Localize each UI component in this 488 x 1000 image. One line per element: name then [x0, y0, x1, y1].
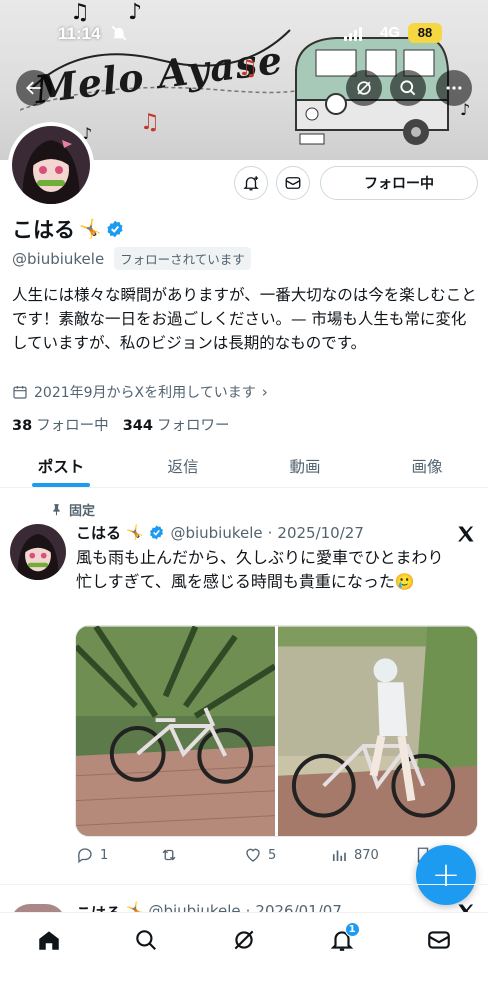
views-button[interactable]: 870: [330, 846, 379, 864]
search-icon: [136, 930, 157, 950]
arrow-left-icon: [26, 81, 41, 95]
tweet-date[interactable]: 2025/10/27: [277, 524, 363, 542]
notification-badge: 1: [344, 922, 360, 937]
chevron-right-icon: ›: [261, 383, 268, 401]
compose-post-button[interactable]: +: [416, 845, 476, 905]
joined-text: 2021年9月からXを利用しています: [34, 385, 256, 401]
grok-icon: [357, 81, 371, 95]
pin-icon: [53, 504, 60, 516]
retweet-icon: [162, 849, 176, 861]
x-logo-icon[interactable]: [456, 524, 476, 544]
profile-handle: @biubiukele: [12, 249, 105, 268]
nav-messages[interactable]: [426, 927, 452, 953]
tweet-divider: [0, 884, 488, 885]
tab-images[interactable]: 画像: [366, 444, 488, 487]
envelope-icon: [285, 177, 301, 189]
tweet-author-handle: @biubiukele: [170, 523, 263, 542]
like-count: 5: [268, 847, 277, 863]
profile-bio: 人生には様々な瞬間がありますが、一番大切なのは今を楽しむことです！素敵な一日をお…: [12, 286, 477, 352]
tab-videos[interactable]: 動画: [244, 444, 366, 487]
profile-avatar[interactable]: [8, 122, 94, 208]
tweet-avatar[interactable]: [10, 524, 66, 580]
following-count: 38: [12, 418, 33, 434]
more-button[interactable]: [436, 70, 472, 106]
home-icon: [39, 931, 59, 950]
pinned-text: 固定: [69, 504, 96, 519]
notification-subscribe-button[interactable]: [234, 166, 268, 200]
tweet-separator: ·: [267, 523, 273, 542]
nav-notifications[interactable]: 1: [329, 922, 360, 953]
followers-count: 344: [122, 418, 153, 434]
avatar: [12, 126, 90, 204]
nav-search[interactable]: [133, 927, 159, 953]
tweet-header: こはる 🤸 @biubiukele · 2025/10/27: [76, 522, 364, 543]
profile-name-text: こはる: [12, 218, 75, 242]
network-type: 4G: [380, 24, 401, 41]
following-label: フォロー中: [36, 418, 109, 434]
status-time: 11:14: [58, 24, 101, 43]
music-note-icon: ♫: [238, 56, 258, 81]
back-button[interactable]: [16, 70, 52, 106]
message-button[interactable]: [276, 166, 310, 200]
tweet-text: 風も雨も止んだから、久しぶりに愛車でひとまわり 忙しすぎて、風を感じる時間も貴重…: [76, 546, 476, 594]
plus-icon: +: [431, 855, 461, 895]
followers-label: フォロワー: [156, 418, 230, 434]
tweet-media[interactable]: [75, 625, 478, 837]
heart-icon: [246, 848, 260, 862]
status-bar: 11:14 4G 88: [0, 18, 488, 48]
bottom-navigation: 1: [0, 912, 488, 1000]
joined-date[interactable]: 2021年9月からXを利用しています ›: [12, 382, 268, 402]
retweet-button[interactable]: [160, 846, 184, 864]
reply-button[interactable]: 1: [76, 846, 108, 864]
tweet-author-name[interactable]: こはる: [76, 522, 121, 543]
like-button[interactable]: 5: [244, 846, 276, 864]
tweet-image-rider[interactable]: [278, 626, 477, 837]
verified-badge-icon[interactable]: [105, 219, 125, 239]
follow-counts: 38 フォロー中 344 フォロワー: [12, 414, 229, 435]
nav-grok[interactable]: [231, 927, 257, 953]
silent-bell-icon: [111, 25, 127, 41]
name-emoji: 🤸: [79, 218, 102, 240]
following-count-link[interactable]: 38 フォロー中: [12, 414, 109, 435]
grok-icon: [234, 930, 254, 950]
verified-badge-icon: [150, 525, 164, 540]
more-icon: [446, 86, 462, 90]
view-count: 870: [354, 847, 379, 863]
calendar-icon: [13, 386, 27, 399]
follows-you-badge: フォローされています: [114, 247, 251, 270]
following-button[interactable]: フォロー中: [320, 166, 478, 200]
tweet-image-bicycle[interactable]: [76, 626, 275, 837]
battery-icon: 88: [408, 23, 442, 43]
tweet-text-line: 忙しすぎて、風を感じる時間も貴重になった🥲: [76, 572, 415, 591]
reply-count: 1: [100, 847, 109, 863]
handle-row: @biubiukele フォローされています: [12, 247, 251, 270]
tab-posts[interactable]: ポスト: [0, 444, 122, 487]
signal-icon: [344, 27, 362, 41]
grok-button[interactable]: [346, 70, 382, 106]
search-button[interactable]: [390, 70, 426, 106]
search-icon: [400, 80, 416, 96]
profile-name: こはる 🤸: [12, 214, 125, 244]
reply-icon: [77, 848, 92, 864]
tab-replies[interactable]: 返信: [122, 444, 244, 487]
pinned-label: 固定: [50, 500, 95, 519]
tweet-author-emoji: 🤸: [126, 524, 144, 541]
views-chart-icon: [332, 850, 346, 861]
bell-plus-icon: [243, 176, 259, 191]
tweet-text-line: 風も雨も止んだから、久しぶりに愛車でひとまわり: [76, 548, 444, 567]
envelope-icon: [428, 931, 451, 949]
music-note-icon: ♫: [140, 110, 160, 135]
nav-home[interactable]: [36, 927, 62, 953]
profile-tabs: ポスト 返信 動画 画像: [0, 444, 488, 488]
followers-count-link[interactable]: 344 フォロワー: [123, 414, 230, 435]
